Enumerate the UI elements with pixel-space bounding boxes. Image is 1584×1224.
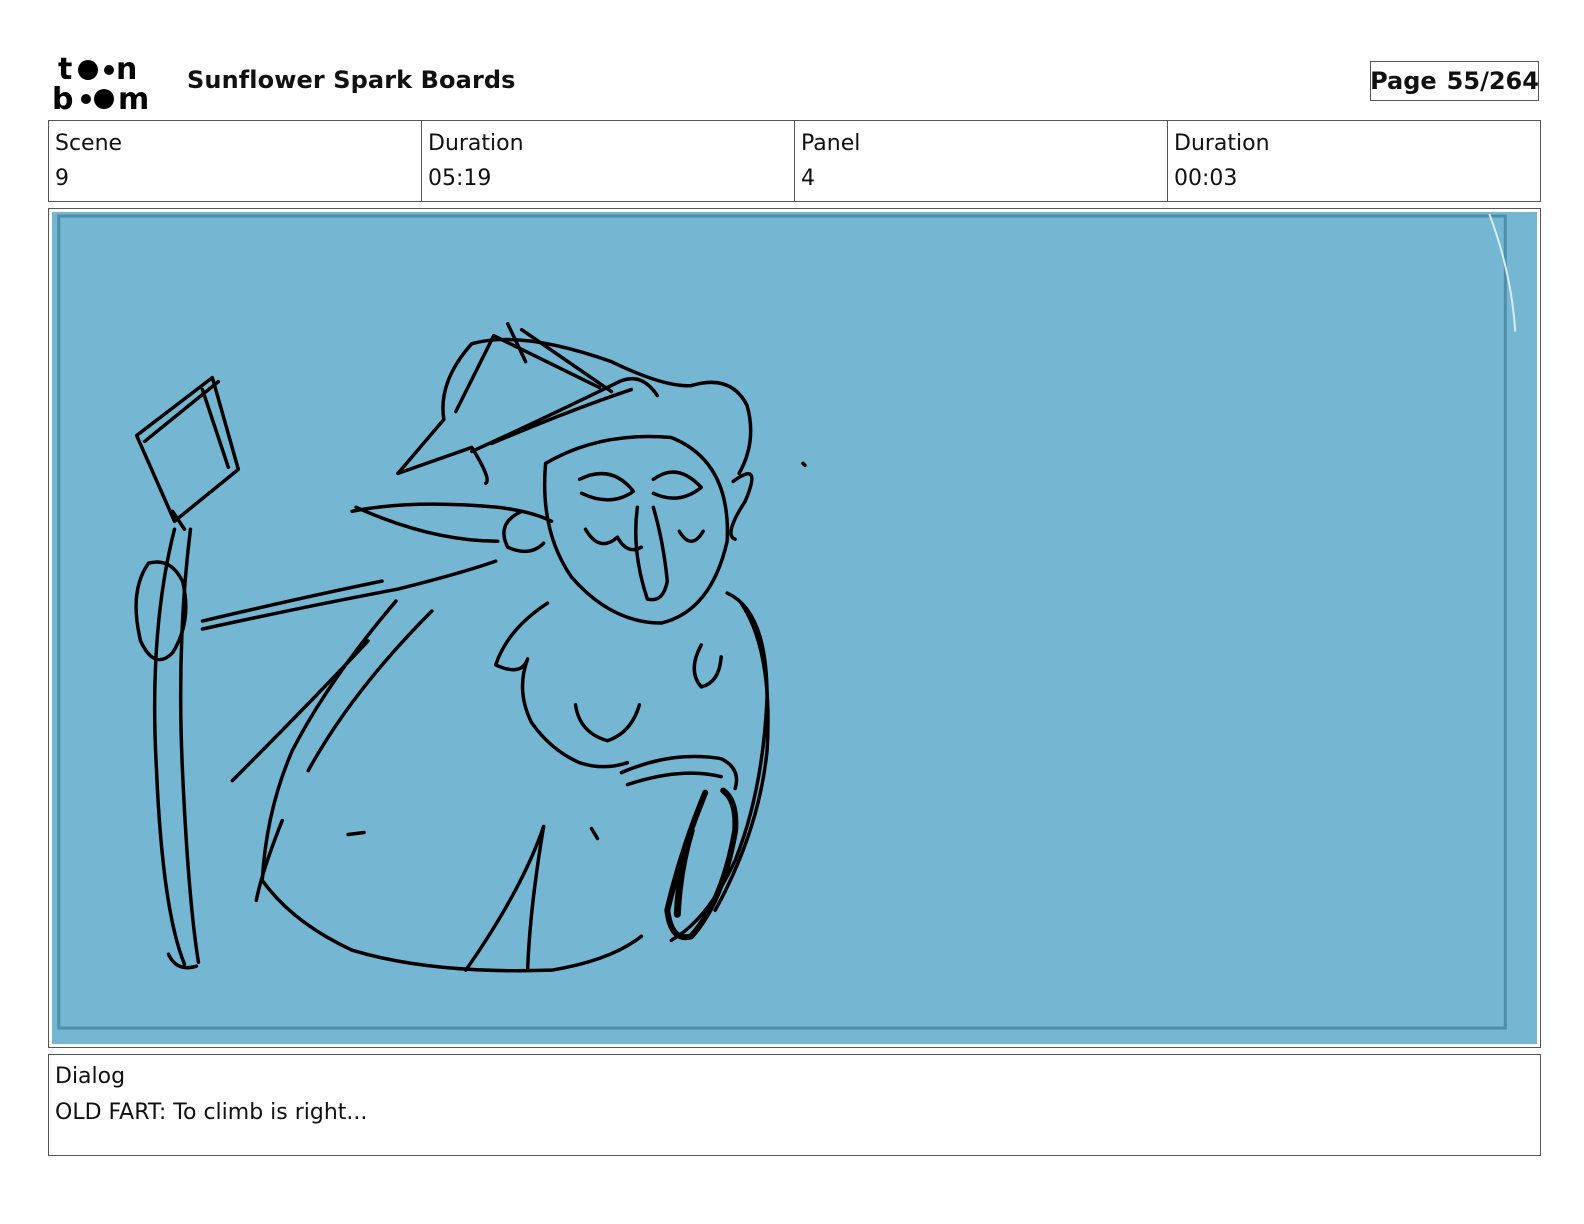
panel-label: Panel (801, 131, 861, 156)
svg-text:m: m (118, 82, 149, 112)
storyboard-panel-frame (48, 208, 1541, 1048)
panel-info-table: Scene 9 Duration 05:19 Panel 4 Duration … (48, 120, 1541, 202)
svg-text:b: b (52, 82, 73, 112)
scene-label: Scene (55, 131, 123, 156)
scene-duration-label: Duration (428, 131, 524, 156)
dialog-text: OLD FART: To climb is right... (55, 1100, 368, 1125)
document-title: Sunflower Spark Boards (187, 66, 516, 94)
scene-duration-cell: Duration 05:19 (422, 121, 795, 201)
scene-duration-value: 05:19 (428, 166, 492, 191)
panel-duration-cell: Duration 00:03 (1168, 121, 1540, 201)
panel-value: 4 (801, 166, 815, 191)
page-label: Page (1370, 67, 1437, 95)
toon-boom-logo: t n b m (52, 52, 164, 112)
panel-duration-value: 00:03 (1174, 166, 1238, 191)
panel-cell: Panel 4 (795, 121, 1168, 201)
scene-cell: Scene 9 (49, 121, 422, 201)
page-indicator: Page 55/264 (1370, 61, 1539, 101)
page-number: 55/264 (1446, 67, 1539, 95)
storyboard-panel-image (52, 212, 1537, 1044)
character-sketch (57, 213, 1517, 1030)
dialog-box: Dialog OLD FART: To climb is right... (48, 1054, 1541, 1156)
panel-duration-label: Duration (1174, 131, 1270, 156)
scene-value: 9 (55, 166, 69, 191)
dialog-label: Dialog (55, 1064, 126, 1089)
